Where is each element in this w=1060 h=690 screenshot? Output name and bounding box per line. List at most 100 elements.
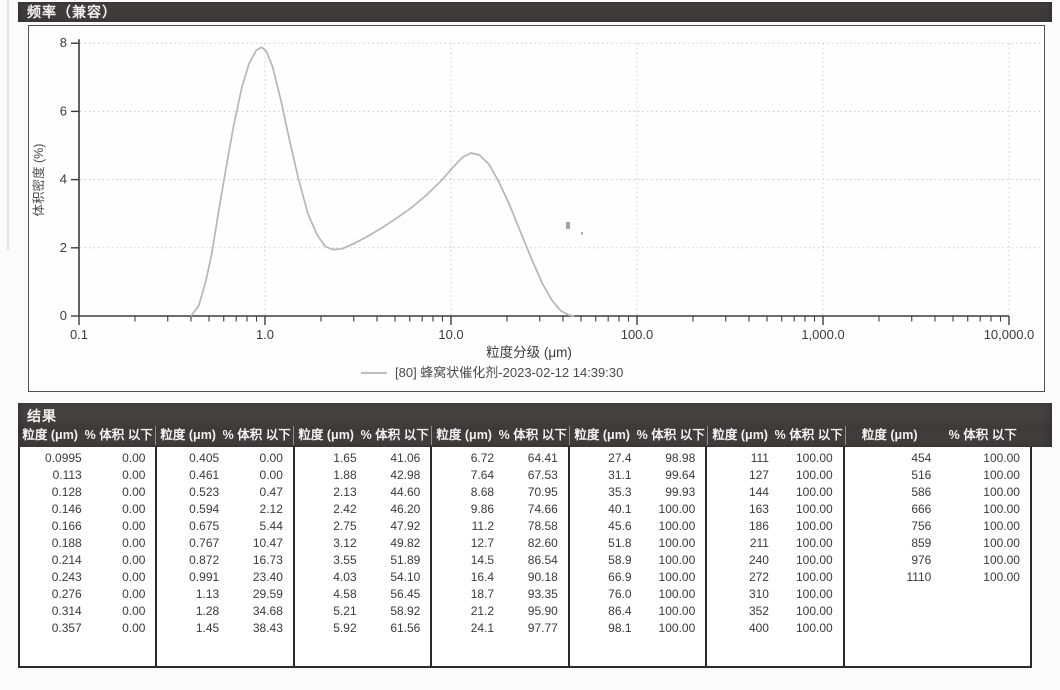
- results-header-group: 粒度 (μm)% 体积 以下: [294, 426, 432, 445]
- percent-value: 100.00: [775, 484, 843, 501]
- size-value: 7.64: [432, 467, 500, 484]
- size-value: 1.13: [157, 586, 225, 603]
- size-value: 0.461: [157, 467, 225, 484]
- size-value: 352: [707, 603, 775, 620]
- table-row: 35.399.93: [570, 484, 705, 501]
- percent-value: 0.00: [88, 467, 156, 484]
- x-tick-label: 100.0: [621, 327, 654, 342]
- percent-value: 100.00: [937, 450, 1030, 467]
- table-row: 45.6100.00: [570, 518, 705, 535]
- results-group: 6.7264.417.6467.538.6870.959.8674.6611.2…: [432, 447, 569, 666]
- percent-value: 100.00: [775, 518, 843, 535]
- size-value: 9.86: [432, 501, 500, 518]
- percent-value: 56.45: [363, 586, 431, 603]
- results-header-group: 粒度 (μm)% 体积 以下: [18, 426, 156, 445]
- size-value: 16.4: [432, 569, 500, 586]
- percent-value: 100.00: [937, 535, 1030, 552]
- size-value: 1.88: [295, 467, 363, 484]
- percent-value: 10.47: [225, 535, 293, 552]
- size-value: 8.68: [432, 484, 500, 501]
- percent-column-header: % 体积 以下: [82, 426, 155, 445]
- size-value: 35.3: [570, 484, 638, 501]
- size-value: 51.8: [570, 535, 638, 552]
- table-row: 66.9100.00: [570, 569, 705, 586]
- size-value: 0.357: [20, 620, 88, 637]
- table-row: 756100.00: [845, 518, 1030, 535]
- y-tick-label: 4: [60, 172, 67, 187]
- percent-value: 41.06: [363, 450, 431, 467]
- results-group: 111100.00127100.00144100.00163100.001861…: [707, 447, 844, 666]
- percent-value: 23.40: [225, 569, 293, 586]
- size-value: 58.9: [570, 552, 638, 569]
- percent-value: 0.00: [88, 620, 156, 637]
- size-value: 3.12: [295, 535, 363, 552]
- percent-value: 0.00: [88, 450, 156, 467]
- percent-value: 0.00: [88, 484, 156, 501]
- percent-value: 93.35: [500, 586, 568, 603]
- size-value: 98.1: [570, 620, 638, 637]
- percent-value: 0.00: [88, 535, 156, 552]
- size-value: 1.28: [157, 603, 225, 620]
- size-value: 2.42: [295, 501, 363, 518]
- y-tick-label: 2: [60, 240, 67, 255]
- size-value: 0.214: [20, 552, 88, 569]
- table-row: 859100.00: [845, 535, 1030, 552]
- table-row: 586100.00: [845, 484, 1030, 501]
- percent-value: 90.18: [500, 569, 568, 586]
- table-row: 0.76710.47: [157, 535, 292, 552]
- size-value: 66.9: [570, 569, 638, 586]
- size-value: 127: [707, 467, 775, 484]
- size-value: 0.166: [20, 518, 88, 535]
- table-row: 27.498.98: [570, 450, 705, 467]
- x-tick-label: 10,000.0: [984, 327, 1035, 342]
- table-row: 4.0354.10: [295, 569, 430, 586]
- results-column-headers: 粒度 (μm)% 体积 以下粒度 (μm)% 体积 以下粒度 (μm)% 体积 …: [18, 426, 1032, 445]
- table-row: 6.7264.41: [432, 450, 567, 467]
- size-value: 86.4: [570, 603, 638, 620]
- percent-value: 100.00: [775, 620, 843, 637]
- chart-section-title: 频率（兼容）: [18, 2, 1052, 22]
- percent-value: 100.00: [937, 484, 1030, 501]
- table-row: 352100.00: [707, 603, 842, 620]
- size-value: 186: [707, 518, 775, 535]
- table-row: 310100.00: [707, 586, 842, 603]
- table-row: 5.2158.92: [295, 603, 430, 620]
- percent-value: 5.44: [225, 518, 293, 535]
- x-tick-label: 10.0: [438, 327, 463, 342]
- table-row: 1.8842.98: [295, 467, 430, 484]
- table-row: 3.5551.89: [295, 552, 430, 569]
- table-row: 9.8674.66: [432, 501, 567, 518]
- percent-value: 100.00: [775, 450, 843, 467]
- size-value: 21.2: [432, 603, 500, 620]
- results-group: 0.09950.000.1130.000.1280.000.1460.000.1…: [20, 447, 157, 666]
- y-tick-label: 8: [60, 35, 67, 50]
- percent-value: 42.98: [363, 467, 431, 484]
- percent-value: 100.00: [775, 569, 843, 586]
- table-row: 58.9100.00: [570, 552, 705, 569]
- size-value: 0.594: [157, 501, 225, 518]
- percent-value: 100.00: [638, 569, 706, 586]
- percent-value: 47.92: [363, 518, 431, 535]
- percent-value: 38.43: [225, 620, 293, 637]
- table-row: 2.4246.20: [295, 501, 430, 518]
- size-value: 2.75: [295, 518, 363, 535]
- size-value: 2.13: [295, 484, 363, 501]
- table-row: 0.09950.00: [20, 450, 155, 467]
- percent-value: 44.60: [363, 484, 431, 501]
- results-header-group: 粒度 (μm)% 体积 以下: [156, 426, 294, 445]
- size-value: 0.113: [20, 467, 88, 484]
- table-row: 76.0100.00: [570, 586, 705, 603]
- table-row: 0.1460.00: [20, 501, 155, 518]
- size-value: 586: [845, 484, 938, 501]
- results-header-group: 粒度 (μm)% 体积 以下: [570, 426, 708, 445]
- table-row: 18.793.35: [432, 586, 567, 603]
- table-row: 0.1130.00: [20, 467, 155, 484]
- size-value: 0.314: [20, 603, 88, 620]
- table-row: 2.7547.92: [295, 518, 430, 535]
- size-value: 756: [845, 518, 938, 535]
- table-row: 21.295.90: [432, 603, 567, 620]
- percent-value: 100.00: [638, 501, 706, 518]
- percent-value: 82.60: [500, 535, 568, 552]
- percent-value: 100.00: [638, 518, 706, 535]
- table-row: 0.1880.00: [20, 535, 155, 552]
